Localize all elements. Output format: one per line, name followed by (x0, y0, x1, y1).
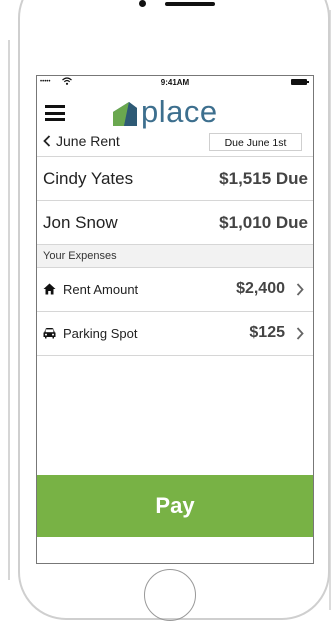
roommate-name: Cindy Yates (43, 169, 134, 188)
expense-row-rent[interactable]: Rent Amount $2,400 (37, 268, 313, 312)
expense-amount: $2,400 (236, 280, 285, 297)
app-header: place (37, 90, 313, 128)
due-date-badge: Due June 1st (209, 133, 302, 151)
earpiece-speaker (165, 2, 215, 6)
roommate-name: Jon Snow (43, 213, 118, 232)
hamburger-menu-icon[interactable] (45, 105, 65, 121)
roommate-row[interactable]: Jon Snow $1,010 Due (37, 201, 313, 245)
back-label: June Rent (56, 133, 120, 149)
chevron-left-icon (43, 135, 51, 147)
pay-button[interactable]: Pay (37, 475, 313, 537)
rent-period-bar: June Rent Due June 1st (37, 128, 313, 157)
expense-label: Parking Spot (63, 326, 138, 341)
chevron-right-icon (296, 283, 304, 296)
page-frame-left (8, 40, 10, 580)
place-logo: place (111, 93, 218, 127)
battery-icon (291, 79, 309, 85)
roommate-amount-due: $1,010 Due (219, 213, 308, 232)
status-bar: ••••• 9:41AM (37, 76, 313, 90)
app-screen: ••••• 9:41AM place June Rent Due June 1s… (36, 75, 314, 564)
status-time: 9:41AM (160, 78, 190, 87)
roommate-row[interactable]: Cindy Yates $1,515 Due (37, 157, 313, 201)
home-icon (43, 283, 56, 295)
expenses-section-header: Your Expenses (37, 245, 313, 268)
expense-row-parking[interactable]: Parking Spot $125 (37, 312, 313, 356)
expense-label: Rent Amount (63, 282, 139, 297)
home-button[interactable] (144, 569, 196, 621)
expense-amount: $125 (249, 324, 285, 341)
logo-text: place (141, 94, 218, 129)
chevron-right-icon (296, 327, 304, 340)
front-sensor (139, 0, 146, 7)
roommate-amount-due: $1,515 Due (219, 169, 308, 188)
back-button[interactable]: June Rent (43, 133, 120, 149)
car-icon (43, 328, 56, 339)
logo-house-icon (113, 102, 137, 126)
